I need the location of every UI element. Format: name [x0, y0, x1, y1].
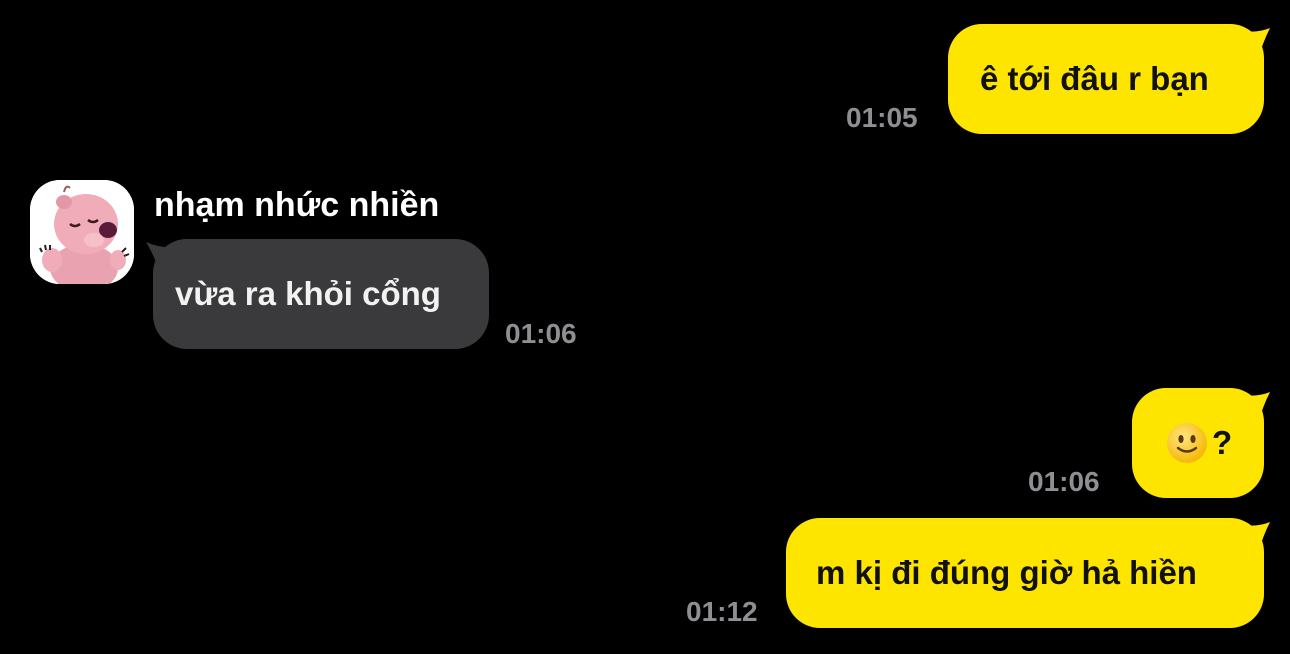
- message-timestamp: 01:06: [1028, 466, 1100, 497]
- message-bubble[interactable]: m kị đi đúng giờ hả hiền: [786, 518, 1264, 628]
- message-bubble[interactable]: vừa ra khỏi cổng: [153, 239, 489, 349]
- message-text: ?: [1212, 424, 1233, 461]
- message-timestamp: 01:06: [505, 318, 577, 349]
- beaver-avatar-icon: [30, 180, 134, 284]
- sender-name: nhạm nhức nhiền: [154, 186, 440, 224]
- avatar[interactable]: [30, 180, 134, 284]
- bubble-tail: [1236, 522, 1270, 554]
- message-text: ê tới đâu r bạn: [980, 60, 1209, 97]
- message-timestamp: 01:12: [686, 596, 758, 627]
- slightly-smiling-face-icon: [1167, 423, 1207, 463]
- message-bubble[interactable]: ê tới đâu r bạn: [948, 24, 1264, 134]
- message-timestamp: 01:05: [846, 102, 918, 133]
- message-text: m kị đi đúng giờ hả hiền: [816, 554, 1197, 591]
- bubble-tail: [1236, 392, 1270, 424]
- bubble-tail: [1236, 28, 1270, 60]
- message-text: vừa ra khỏi cổng: [175, 275, 441, 312]
